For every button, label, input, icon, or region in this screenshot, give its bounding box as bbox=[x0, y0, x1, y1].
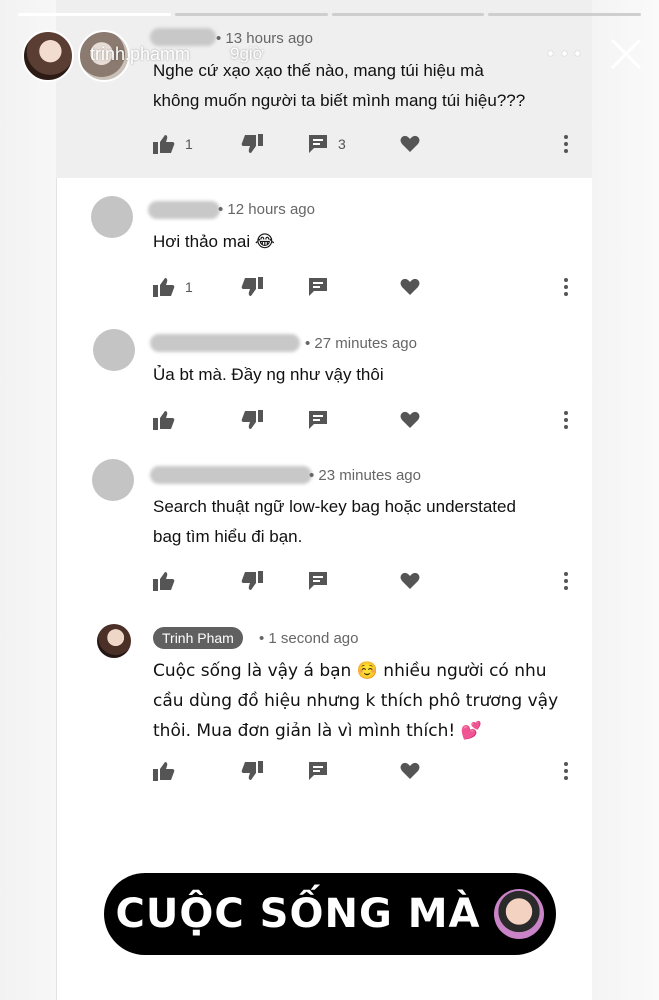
dislike-button[interactable] bbox=[241, 408, 263, 432]
heart-icon bbox=[400, 278, 420, 295]
more-vertical-icon bbox=[564, 411, 568, 429]
reply-icon bbox=[309, 135, 327, 153]
more-vertical-icon bbox=[564, 762, 568, 780]
reply-icon bbox=[309, 278, 327, 296]
thumb-up-icon bbox=[153, 135, 175, 154]
reply-button[interactable] bbox=[308, 759, 328, 783]
thumb-down-icon bbox=[241, 277, 263, 296]
more-vertical-icon bbox=[564, 572, 568, 590]
avatar[interactable] bbox=[93, 329, 135, 371]
avatar[interactable] bbox=[92, 459, 134, 501]
more-options-button[interactable] bbox=[563, 132, 569, 156]
comment-text: Cuộc sống là vậy á bạn ☺️ nhiều người có… bbox=[153, 661, 559, 741]
story-progress-bar bbox=[18, 13, 641, 16]
like-button[interactable] bbox=[153, 759, 175, 783]
reply-button[interactable] bbox=[308, 569, 328, 593]
comment-time: • 12 hours ago bbox=[218, 201, 315, 218]
comment-actions: 1 bbox=[153, 275, 583, 299]
heart-button[interactable] bbox=[400, 132, 420, 156]
comment-time: • 23 minutes ago bbox=[309, 467, 421, 484]
heart-icon bbox=[400, 411, 420, 428]
like-button[interactable] bbox=[153, 408, 175, 432]
reply-count: 3 bbox=[338, 136, 346, 152]
story-avatar[interactable] bbox=[22, 30, 74, 82]
reply-icon bbox=[309, 572, 327, 590]
heart-icon bbox=[400, 762, 420, 779]
comment-text: Hơi thảo mai 😂 bbox=[153, 232, 275, 251]
story-text-sticker: CUỘC SỐNG MÀ bbox=[104, 873, 556, 955]
thumb-up-icon bbox=[153, 572, 175, 591]
heart-button[interactable] bbox=[400, 569, 420, 593]
comment-text: Search thuật ngữ low-key bag hoặc unders… bbox=[153, 497, 516, 546]
comment-actions: 1 3 bbox=[153, 132, 583, 156]
like-count: 1 bbox=[185, 279, 193, 295]
heart-button[interactable] bbox=[400, 408, 420, 432]
thumb-up-icon bbox=[153, 762, 175, 781]
heart-icon bbox=[400, 135, 420, 152]
comment-text: Nghe cứ xạo xạo thế nào, mang túi hiệu m… bbox=[153, 61, 526, 110]
comment-actions bbox=[153, 569, 583, 593]
commenter-name-redacted bbox=[148, 201, 220, 219]
reply-icon bbox=[309, 411, 327, 429]
like-button[interactable]: 1 bbox=[153, 132, 193, 156]
like-count: 1 bbox=[185, 136, 193, 152]
reply-button[interactable]: 3 bbox=[308, 132, 346, 156]
comment-text: Ủa bt mà. Đầy ng như vậy thôi bbox=[153, 365, 384, 384]
thumb-down-icon bbox=[241, 571, 263, 590]
sticker-text: CUỘC SỐNG MÀ bbox=[115, 891, 481, 937]
reply-icon bbox=[309, 762, 327, 780]
dislike-button[interactable] bbox=[241, 132, 263, 156]
more-options-button[interactable] bbox=[563, 408, 569, 432]
more-horizontal-icon[interactable] bbox=[548, 43, 580, 63]
heart-icon bbox=[400, 572, 420, 589]
reply-button[interactable] bbox=[308, 275, 328, 299]
thumb-down-icon bbox=[241, 410, 263, 429]
comment-time: • 1 second ago bbox=[259, 630, 359, 647]
story-right-edge bbox=[592, 0, 659, 1000]
owner-avatar[interactable] bbox=[97, 624, 131, 658]
comment-time: • 13 hours ago bbox=[216, 30, 313, 47]
heart-button[interactable] bbox=[400, 759, 420, 783]
like-button[interactable] bbox=[153, 569, 175, 593]
story-left-edge bbox=[0, 0, 57, 1000]
reply-button[interactable] bbox=[308, 408, 328, 432]
heart-button[interactable] bbox=[400, 275, 420, 299]
more-options-button[interactable] bbox=[563, 569, 569, 593]
thumb-down-icon bbox=[241, 134, 263, 153]
more-options-button[interactable] bbox=[563, 759, 569, 783]
avatar[interactable] bbox=[91, 196, 133, 238]
close-icon[interactable] bbox=[608, 36, 644, 72]
dislike-button[interactable] bbox=[241, 569, 263, 593]
comment-actions bbox=[153, 408, 583, 432]
commenter-name-redacted bbox=[150, 466, 312, 484]
more-vertical-icon bbox=[564, 135, 568, 153]
commenter-name-redacted bbox=[150, 28, 216, 46]
thumb-up-icon bbox=[153, 278, 175, 297]
comment-actions bbox=[153, 759, 583, 783]
owner-name-badge[interactable]: Trinh Pham bbox=[153, 627, 243, 649]
thumb-up-icon bbox=[153, 411, 175, 430]
thumb-down-icon bbox=[241, 761, 263, 780]
comment-time: • 27 minutes ago bbox=[305, 335, 417, 352]
dislike-button[interactable] bbox=[241, 275, 263, 299]
commenter-name-redacted bbox=[150, 334, 300, 352]
person-gesturing-ok-emoji bbox=[494, 889, 545, 939]
more-vertical-icon bbox=[564, 278, 568, 296]
like-button[interactable]: 1 bbox=[153, 275, 193, 299]
more-options-button[interactable] bbox=[563, 275, 569, 299]
dislike-button[interactable] bbox=[241, 759, 263, 783]
